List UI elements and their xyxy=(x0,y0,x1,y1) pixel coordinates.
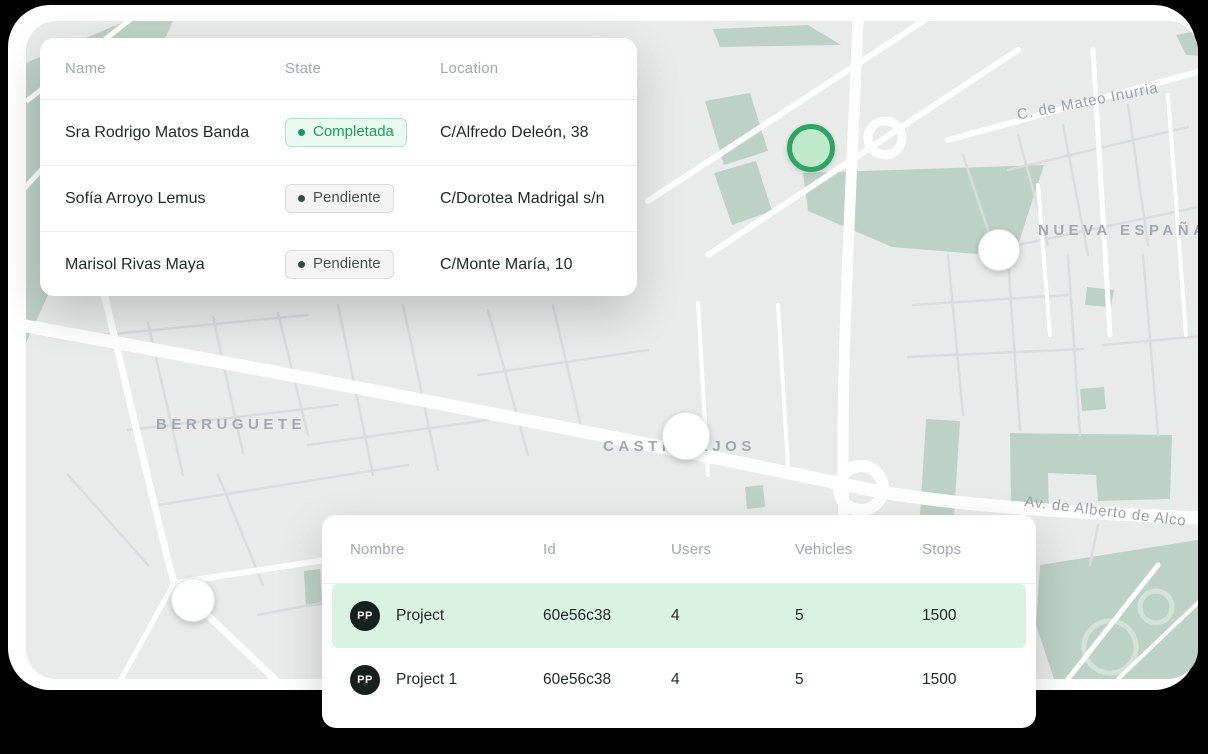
project-vehicles: 5 xyxy=(795,671,922,689)
stops-table-header: Name State Location xyxy=(40,38,637,100)
table-row[interactable]: Sra Rodrigo Matos Banda Completada C/Alf… xyxy=(40,100,637,166)
stop-name: Sofía Arroyo Lemus xyxy=(65,190,285,208)
status-label: Pendiente xyxy=(313,190,381,207)
table-row[interactable]: PP Project 60e56c38 4 5 1500 xyxy=(322,584,1036,648)
project-users: 4 xyxy=(671,671,795,689)
table-row[interactable]: Sofía Arroyo Lemus Pendiente C/Dorotea M… xyxy=(40,166,637,232)
table-row[interactable]: Marisol Rivas Maya Pendiente C/Monte Mar… xyxy=(40,232,637,297)
project-name: Project xyxy=(396,607,444,625)
district-label-nueva-espana: NUEVA ESPAÑA xyxy=(1038,222,1198,239)
stops-table-panel: Name State Location Sra Rodrigo Matos Ba… xyxy=(40,38,637,296)
stop-name: Marisol Rivas Maya xyxy=(65,256,285,274)
stop-marker[interactable] xyxy=(978,229,1020,271)
project-stops: 1500 xyxy=(922,607,1026,625)
status-badge: Pendiente xyxy=(285,184,394,214)
stop-location: C/Dorotea Madrigal s/n xyxy=(440,190,627,208)
status-dot-icon xyxy=(298,195,305,202)
status-label: Pendiente xyxy=(313,256,381,273)
project-row-wrap: PP Project 60e56c38 4 5 1500 xyxy=(322,584,1036,648)
project-row-wrap: PP Project 1 60e56c38 4 5 1500 xyxy=(322,648,1036,712)
stop-marker[interactable] xyxy=(662,412,710,460)
table-row[interactable]: PP Project 1 60e56c38 4 5 1500 xyxy=(322,648,1036,712)
status-dot-icon xyxy=(298,261,305,268)
column-header-users: Users xyxy=(671,541,795,558)
project-id: 60e56c38 xyxy=(543,671,671,689)
projects-table-panel: Nombre Id Users Vehicles Stops PP Projec… xyxy=(322,515,1036,728)
column-header-nombre: Nombre xyxy=(350,541,543,558)
project-avatar: PP xyxy=(350,601,380,631)
column-header-stops: Stops xyxy=(922,541,1026,558)
column-header-name: Name xyxy=(65,60,285,77)
stop-marker[interactable] xyxy=(171,578,215,622)
status-badge: Completada xyxy=(285,118,407,148)
column-header-id: Id xyxy=(543,541,671,558)
status-badge: Pendiente xyxy=(285,250,394,280)
stop-location: C/Monte María, 10 xyxy=(440,256,627,274)
project-stops: 1500 xyxy=(922,671,1026,689)
projects-table-header: Nombre Id Users Vehicles Stops xyxy=(322,515,1036,584)
status-dot-icon xyxy=(298,129,305,136)
column-header-vehicles: Vehicles xyxy=(795,541,922,558)
stop-name: Sra Rodrigo Matos Banda xyxy=(65,124,285,142)
project-users: 4 xyxy=(671,607,795,625)
column-header-location: Location xyxy=(440,60,627,77)
selected-stop-marker[interactable] xyxy=(787,124,835,172)
project-name: Project 1 xyxy=(396,671,457,689)
district-label-berruguete: BERRUGUETE xyxy=(156,416,306,433)
status-label: Completada xyxy=(313,124,394,141)
stop-location: C/Alfredo Deleón, 38 xyxy=(440,124,627,142)
project-avatar: PP xyxy=(350,665,380,695)
project-vehicles: 5 xyxy=(795,607,922,625)
column-header-state: State xyxy=(285,60,440,77)
project-id: 60e56c38 xyxy=(543,607,671,625)
